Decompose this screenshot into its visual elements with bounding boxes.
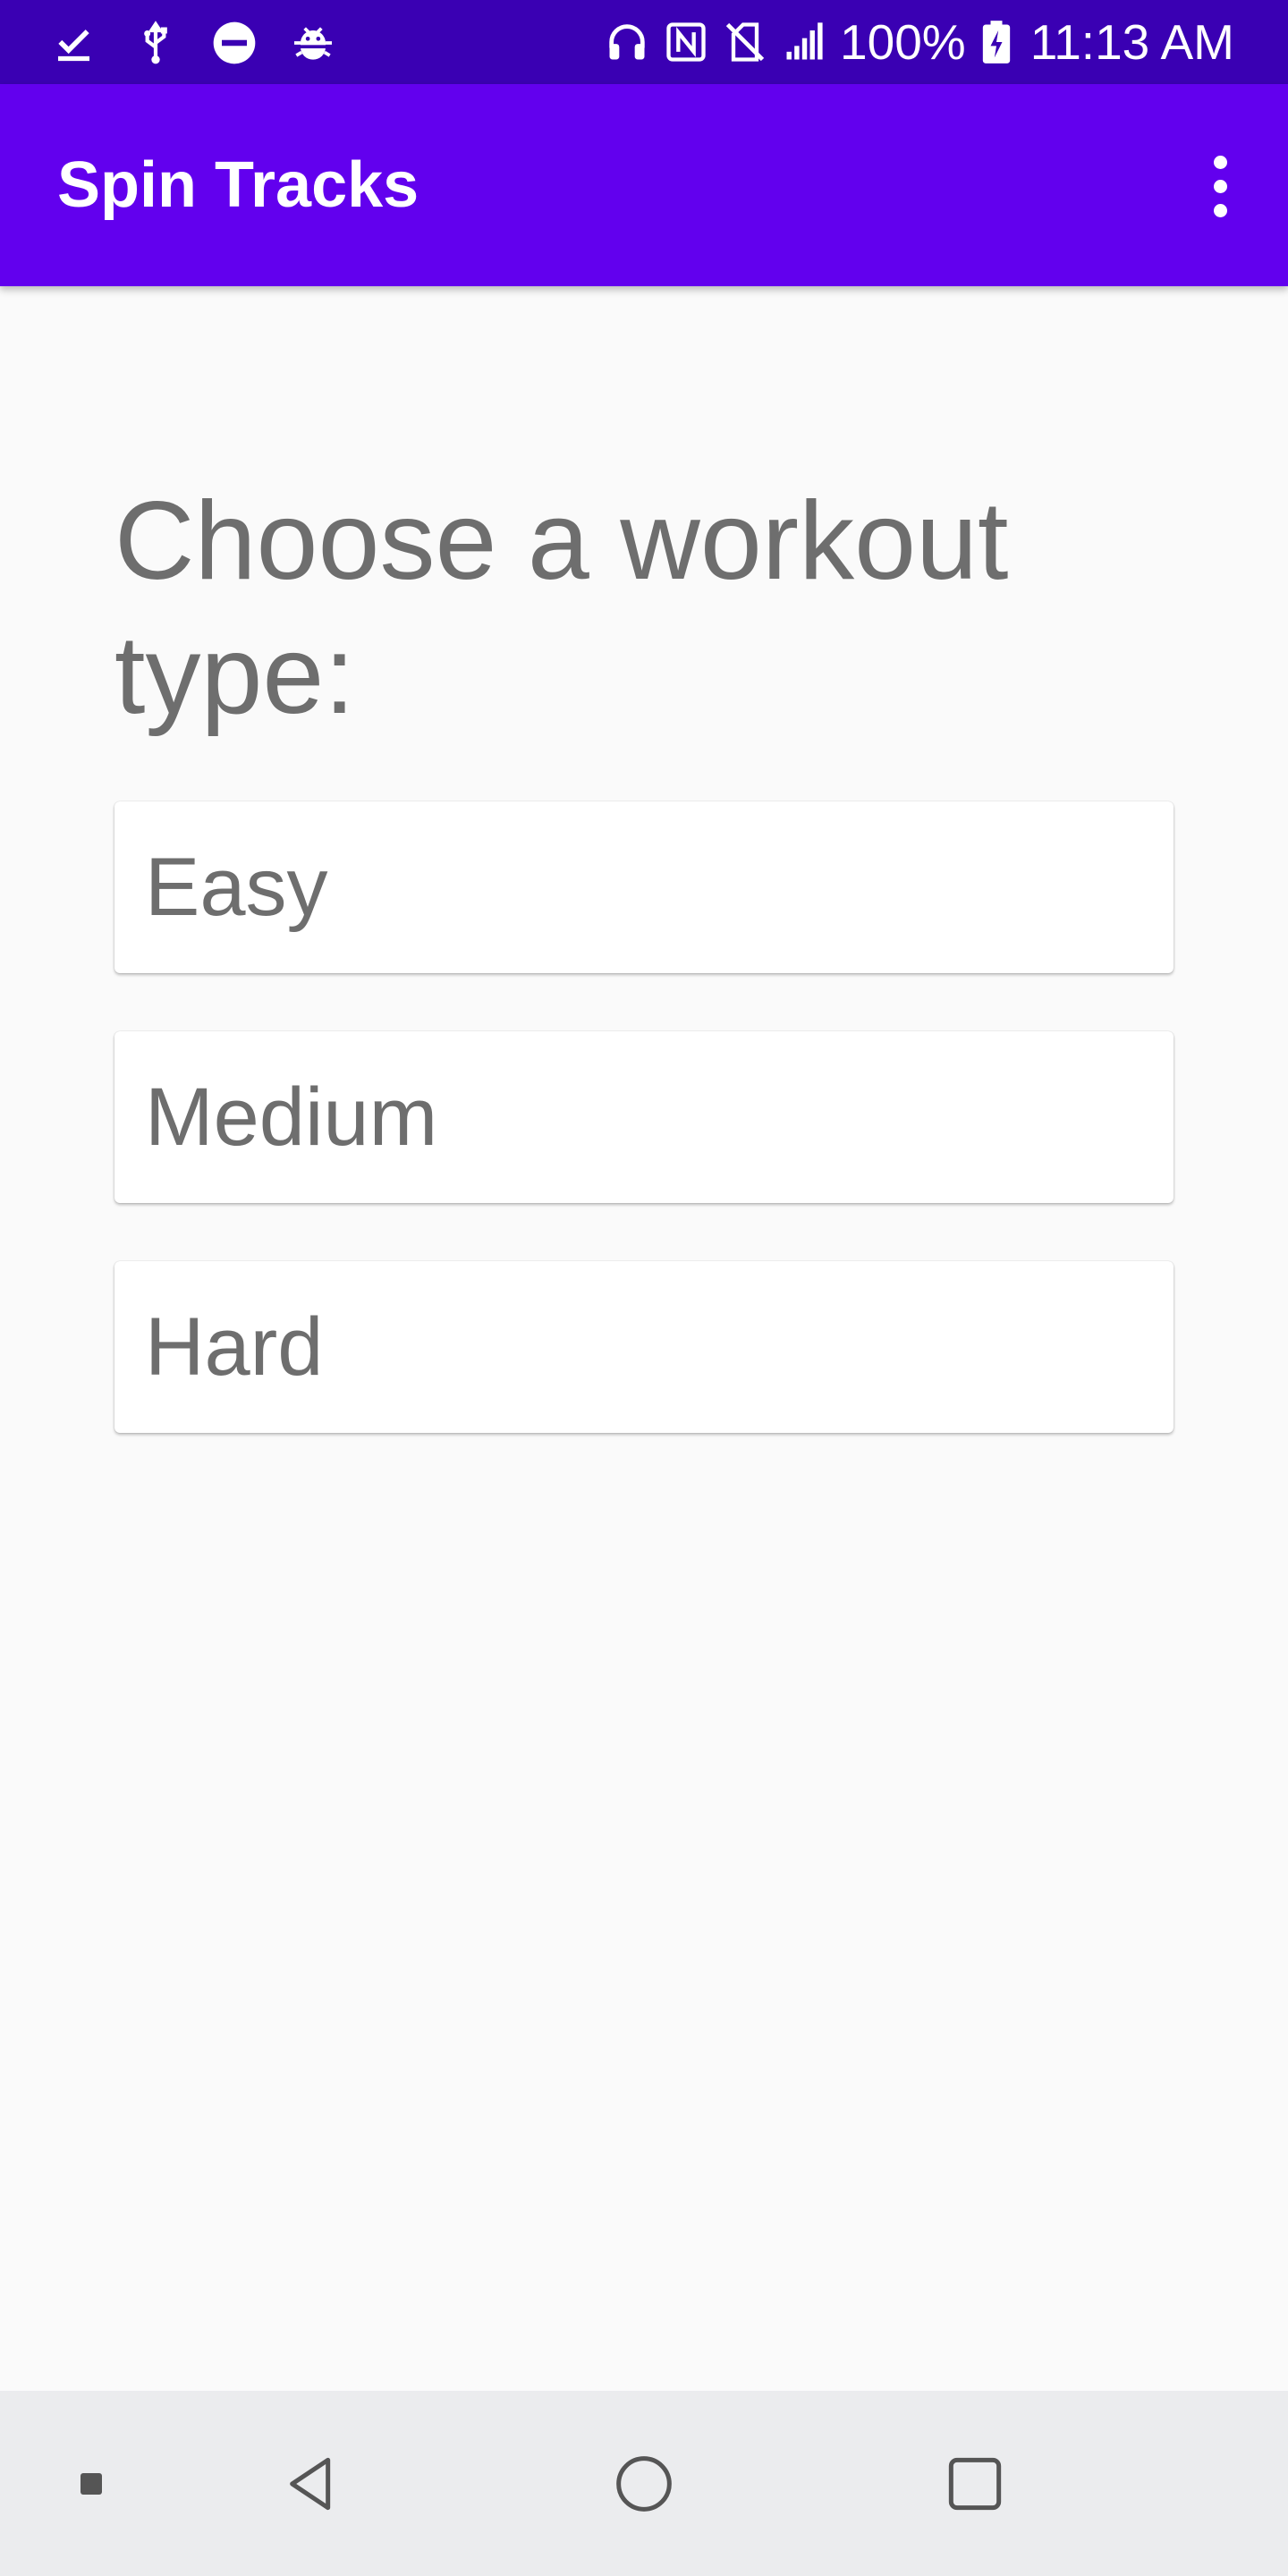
option-label: Easy (145, 842, 328, 933)
battery-percent: 100% (840, 14, 966, 70)
navigation-bar (0, 2391, 1288, 2576)
workout-option-medium[interactable]: Medium (114, 1031, 1174, 1203)
battery-charging-icon (982, 21, 1010, 64)
check-icon (58, 30, 89, 62)
workout-option-hard[interactable]: Hard (114, 1261, 1174, 1433)
app-title: Spin Tracks (57, 149, 419, 221)
recents-icon[interactable] (930, 2391, 1020, 2576)
app-bar: Spin Tracks (0, 84, 1288, 286)
signal-icon (786, 22, 823, 60)
status-bar: 100% 11:13 AM (0, 0, 1288, 84)
option-label: Medium (145, 1072, 438, 1163)
usb-icon (144, 21, 167, 64)
option-label: Hard (145, 1301, 324, 1393)
workout-prompt: Choose a workout type: (114, 479, 1009, 737)
nfc-icon (666, 22, 706, 62)
home-icon[interactable] (599, 2391, 689, 2576)
back-icon[interactable] (268, 2391, 358, 2576)
square-small-icon[interactable] (55, 2391, 127, 2576)
more-vert-icon[interactable] (1188, 143, 1252, 229)
headset-icon (609, 24, 645, 60)
no-sim-icon (725, 22, 765, 62)
clock: 11:13 AM (1030, 14, 1234, 70)
workout-option-easy[interactable]: Easy (114, 801, 1174, 973)
debug-icon (294, 27, 332, 60)
do-not-disturb-icon (213, 21, 256, 64)
